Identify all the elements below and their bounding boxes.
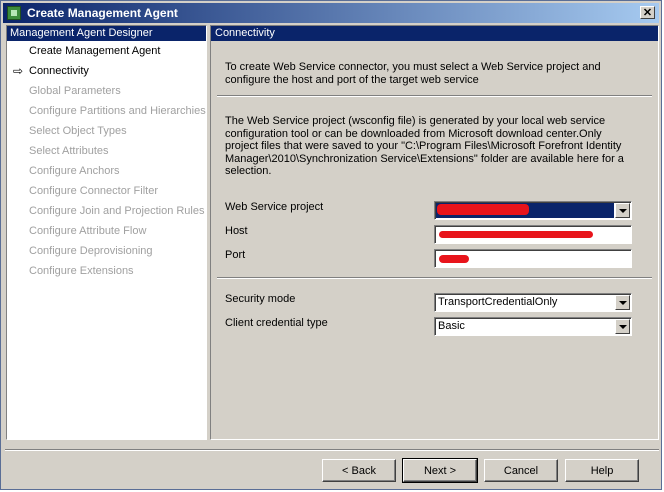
redaction-mark (437, 204, 529, 215)
step-label: Select Attributes (29, 145, 109, 157)
page-title: Connectivity (211, 26, 658, 41)
back-button[interactable]: < Back (322, 459, 396, 482)
create-management-agent-dialog: Create Management Agent ✕ Management Age… (0, 0, 662, 490)
divider (217, 277, 652, 279)
step-item: Create Management Agent (7, 41, 206, 61)
help-button[interactable]: Help (565, 459, 639, 482)
step-label: Create Management Agent (29, 45, 161, 57)
step-item: Configure Anchors (7, 161, 206, 181)
close-button[interactable]: ✕ (640, 6, 655, 19)
step-item: Select Object Types (7, 121, 206, 141)
title-bar: Create Management Agent ✕ (3, 3, 659, 23)
client-credential-label: Client credential type (225, 317, 328, 329)
app-icon (7, 6, 21, 20)
host-input[interactable] (434, 225, 632, 244)
step-item: Configure Partitions and Hierarchies (7, 101, 206, 121)
current-step-arrow-icon: ⇨ (13, 64, 24, 78)
step-item: ⇨ Connectivity (7, 61, 206, 81)
chevron-down-icon[interactable] (615, 319, 630, 334)
next-button[interactable]: Next > (402, 458, 478, 483)
step-item: Configure Connector Filter (7, 181, 206, 201)
security-mode-value: TransportCredentialOnly (438, 296, 558, 308)
step-label: Configure Partitions and Hierarchies (29, 105, 206, 117)
step-item: Configure Deprovisioning (7, 241, 206, 261)
cancel-button[interactable]: Cancel (484, 459, 558, 482)
web-service-project-select[interactable] (434, 201, 632, 220)
intro-text: To create Web Service connector, you mus… (225, 61, 601, 86)
client-credential-value: Basic (438, 320, 465, 332)
step-label: Connectivity (29, 65, 89, 77)
divider (217, 95, 652, 97)
step-label: Configure Connector Filter (29, 185, 159, 197)
step-item: Configure Join and Projection Rules (7, 201, 206, 221)
designer-step-list: Management Agent Designer Create Managem… (6, 25, 207, 440)
button-bar-divider (5, 449, 659, 451)
step-label: Configure Join and Projection Rules (29, 205, 205, 217)
window-title: Create Management Agent (27, 6, 178, 20)
step-item: Select Attributes (7, 141, 206, 161)
description-text: The Web Service project (wsconfig file) … (225, 115, 624, 177)
step-label: Select Object Types (29, 125, 127, 137)
security-mode-select[interactable]: TransportCredentialOnly (434, 293, 632, 312)
chevron-down-icon[interactable] (615, 203, 630, 218)
step-item: Configure Attribute Flow (7, 221, 206, 241)
designer-header: Management Agent Designer (7, 26, 206, 41)
host-label: Host (225, 225, 248, 237)
step-label: Configure Attribute Flow (29, 225, 147, 237)
step-item: Configure Extensions (7, 261, 206, 281)
security-mode-label: Security mode (225, 293, 296, 305)
client-credential-select[interactable]: Basic (434, 317, 632, 336)
step-label: Configure Extensions (29, 265, 134, 277)
redaction-mark (439, 231, 593, 238)
step-label: Global Parameters (29, 85, 121, 97)
redaction-mark (439, 255, 469, 263)
port-input[interactable] (434, 249, 632, 268)
step-item: Global Parameters (7, 81, 206, 101)
web-service-project-label: Web Service project (225, 201, 324, 213)
step-list: Create Management Agent ⇨ Connectivity Glob… (7, 41, 206, 281)
step-label: Configure Anchors (29, 165, 120, 177)
connectivity-page: Connectivity To create Web Service conne… (210, 25, 659, 440)
chevron-down-icon[interactable] (615, 295, 630, 310)
port-label: Port (225, 249, 246, 261)
step-label: Configure Deprovisioning (29, 245, 153, 257)
